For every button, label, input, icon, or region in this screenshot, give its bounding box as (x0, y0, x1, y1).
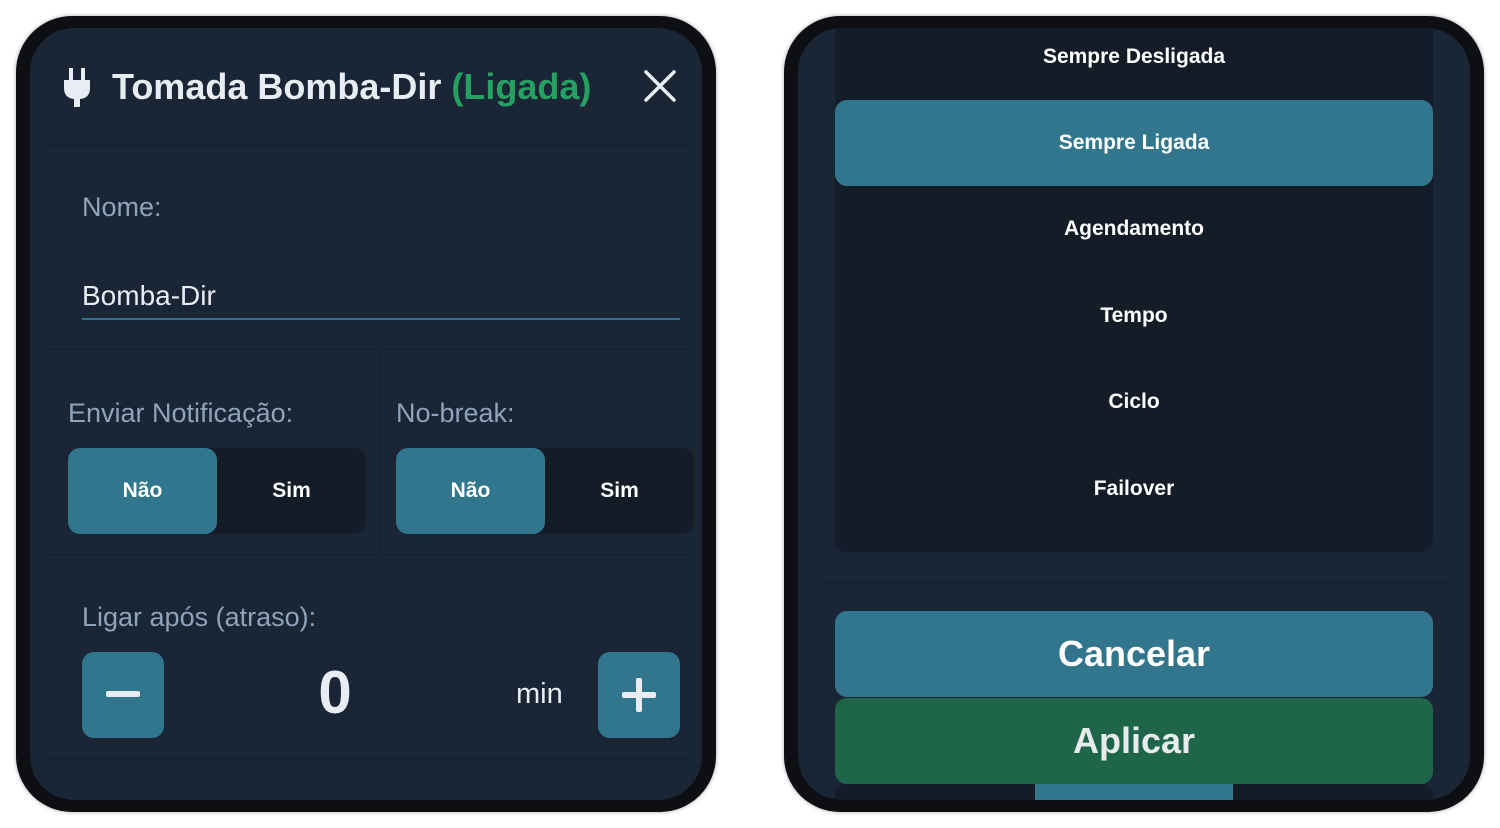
mode-option-agendamento[interactable]: Agendamento (835, 186, 1433, 272)
delay-unit: min (516, 678, 563, 710)
nobreak-label: No-break: (396, 398, 515, 428)
divider (44, 144, 688, 146)
decrement-button[interactable] (82, 652, 164, 738)
device-settings-phone: Tomada Bomba-Dir (Ligada) Nome: Enviar N… (16, 16, 716, 812)
nobreak-toggle: Não Sim (396, 448, 694, 534)
device-state-label: (Ligada) (451, 66, 592, 107)
mode-option-ciclo[interactable]: Ciclo (835, 359, 1433, 445)
divider (44, 348, 688, 350)
divider (44, 758, 688, 760)
increment-button[interactable] (598, 652, 680, 738)
name-input[interactable] (82, 274, 680, 320)
vertical-divider (380, 350, 382, 556)
nobreak-option-sim[interactable]: Sim (545, 448, 694, 534)
mode-select-phone: Sempre Desligada Sempre Ligada Agendamen… (784, 16, 1484, 812)
cancel-button[interactable]: Cancelar (835, 611, 1433, 697)
mode-option-tempo[interactable]: Tempo (835, 273, 1433, 359)
device-settings-screen: Tomada Bomba-Dir (Ligada) Nome: Enviar N… (30, 28, 702, 800)
mode-option-failover[interactable]: Failover (835, 446, 1433, 532)
minus-icon (106, 691, 140, 697)
delay-label: Ligar após (atraso): (82, 602, 317, 632)
below-fold-button-edge (1035, 784, 1233, 800)
divider (44, 554, 688, 556)
delay-value: 0 (318, 659, 352, 726)
name-label: Nome: (82, 192, 162, 222)
close-icon[interactable] (642, 68, 678, 104)
notification-option-nao[interactable]: Não (68, 448, 217, 534)
dialog-header: Tomada Bomba-Dir (Ligada) (30, 28, 702, 144)
mode-option-sempre-ligada[interactable]: Sempre Ligada (835, 100, 1433, 186)
plug-icon (64, 68, 90, 107)
mode-dropdown-list: Sempre Desligada Sempre Ligada Agendamen… (835, 28, 1433, 552)
notification-toggle: Não Sim (68, 448, 366, 534)
notification-label: Enviar Notificação: (68, 398, 294, 428)
plus-icon (622, 678, 656, 712)
apply-button[interactable]: Aplicar (835, 698, 1433, 784)
stage: Tomada Bomba-Dir (Ligada) Nome: Enviar N… (0, 0, 1500, 828)
dialog-title: Tomada Bomba-Dir (Ligada) (112, 66, 591, 108)
divider (818, 581, 1450, 583)
nobreak-option-nao[interactable]: Não (396, 448, 545, 534)
mode-option-sempre-desligada[interactable]: Sempre Desligada (835, 28, 1433, 100)
device-name-title: Tomada Bomba-Dir (112, 66, 442, 107)
mode-select-screen: Sempre Desligada Sempre Ligada Agendamen… (798, 28, 1470, 800)
notification-option-sim[interactable]: Sim (217, 448, 366, 534)
